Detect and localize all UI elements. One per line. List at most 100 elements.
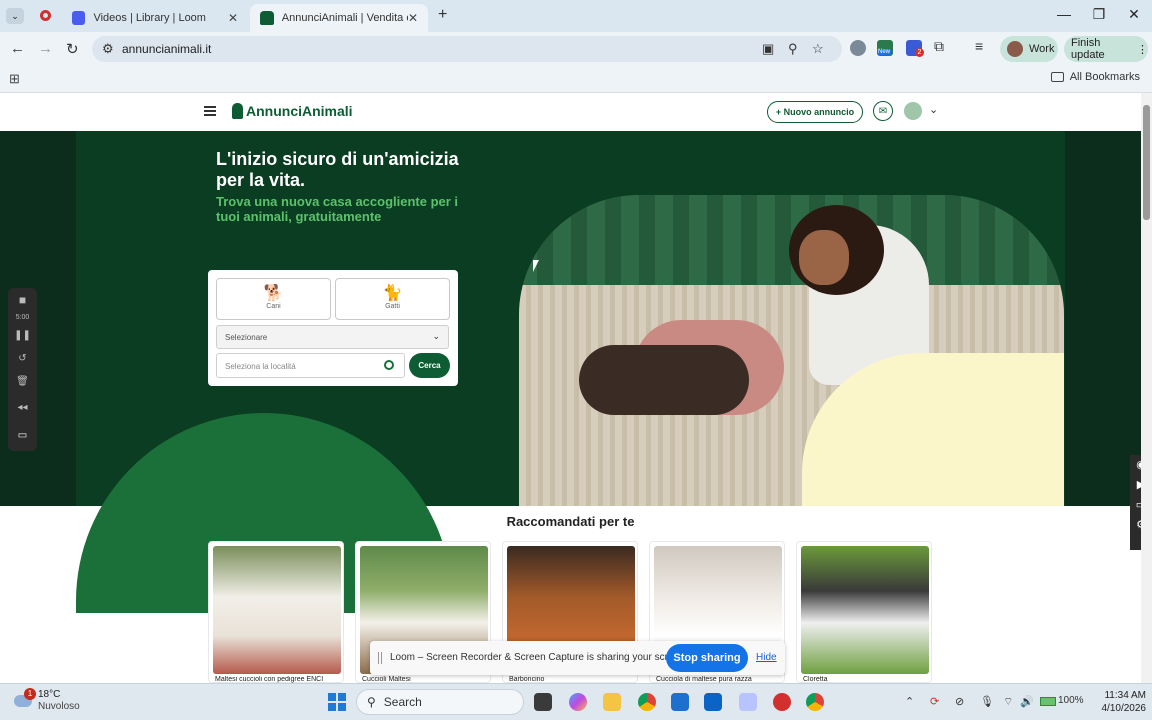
tab-strip: ⌄ Videos | Library | Loom ✕ AnnunciAnima…	[0, 0, 1152, 32]
bookmarks-bar: ⊞ All Bookmarks	[0, 65, 1152, 93]
screenshot-icon[interactable]: ▣	[762, 41, 774, 57]
drag-handle-icon[interactable]	[378, 652, 382, 664]
apps-grid-icon[interactable]: ⊞	[9, 71, 20, 87]
pause-icon[interactable]: ❚❚	[8, 330, 37, 341]
logo-mark-icon	[232, 103, 243, 119]
delete-icon[interactable]: 🗑	[8, 376, 37, 387]
sync-icon[interactable]: ⟳	[930, 695, 939, 708]
location-input[interactable]: Seleziona la località	[216, 353, 405, 378]
extensions-puzzle-icon[interactable]: ⧉	[934, 38, 944, 55]
start-button[interactable]	[328, 693, 346, 711]
loom-favicon-icon	[72, 11, 86, 25]
chrome-icon[interactable]	[638, 693, 656, 711]
hero-photo	[519, 195, 1064, 506]
forward-arrow-icon[interactable]: →	[38, 40, 53, 57]
listing-image	[801, 546, 929, 674]
wifi-icon[interactable]: ⌔	[1003, 695, 1013, 709]
profile-button[interactable]: Work	[1000, 36, 1058, 62]
reload-icon[interactable]: ↻	[66, 40, 79, 58]
maximize-button[interactable]: ❐	[1089, 6, 1109, 23]
show-hidden-icons[interactable]: ⌃	[905, 695, 914, 708]
file-explorer-icon[interactable]	[603, 693, 621, 711]
all-bookmarks-button[interactable]: All Bookmarks	[1050, 71, 1140, 83]
stop-record-icon[interactable]: ■	[8, 293, 37, 307]
hamburger-menu-icon[interactable]	[204, 106, 216, 116]
recording-indicator-icon	[40, 10, 51, 21]
scrollbar-thumb[interactable]	[1143, 105, 1150, 220]
stop-sharing-button[interactable]: Stop sharing	[666, 644, 748, 672]
locate-me-icon[interactable]	[384, 360, 394, 370]
camera-toggle-icon[interactable]: ▭	[8, 430, 37, 441]
site-header: AnnunciAnimali + Nuovo annuncio ✉ ⌄	[0, 93, 1141, 131]
microsoft-store-icon[interactable]	[671, 693, 689, 711]
chevron-down-icon[interactable]: ⌄	[929, 103, 938, 116]
screen-share-notification: Loom – Screen Recorder & Screen Capture …	[370, 641, 785, 675]
new-ad-button[interactable]: + Nuovo annuncio	[767, 101, 863, 123]
listing-image	[213, 546, 341, 674]
task-view-icon[interactable]	[534, 693, 552, 711]
battery-percent: 100%	[1058, 695, 1084, 706]
recording-timer: 5:00	[15, 314, 30, 321]
pet-option-dogs[interactable]: 🐕 Cani	[216, 278, 331, 320]
recommended-title: Raccomandati per te	[506, 514, 635, 529]
outlook-icon[interactable]	[704, 693, 722, 711]
snipping-tool-icon[interactable]	[739, 693, 757, 711]
hide-link[interactable]: Hide	[756, 652, 777, 663]
taskbar-search[interactable]: ⚲ Search	[356, 689, 524, 715]
close-window-button[interactable]: ✕	[1124, 6, 1144, 23]
new-tab-button[interactable]: +	[438, 6, 447, 24]
listing-card[interactable]: Cloretta	[796, 541, 932, 683]
collapse-icon[interactable]: ◂◂	[8, 402, 37, 413]
mail-icon[interactable]: ✉	[873, 101, 893, 121]
close-tab-icon[interactable]: ✕	[228, 11, 238, 25]
bookmark-star-icon[interactable]: ☆	[812, 41, 824, 57]
taskbar: 1 18°C Nuvoloso ⚲ Search ⌃ ⟳ ⊘ 🎙 ⌔ 🔊 100…	[0, 683, 1152, 720]
tab-search-button[interactable]: ⌄	[6, 8, 24, 24]
weather-widget[interactable]: 1 18°C Nuvoloso	[14, 688, 80, 713]
battery-icon[interactable]	[1040, 697, 1056, 706]
pet-option-cats[interactable]: 🐈 Gatti	[335, 278, 450, 320]
restart-icon[interactable]: ↺	[8, 353, 37, 364]
search-button[interactable]: Cerca	[409, 353, 450, 378]
avatar	[1007, 41, 1023, 57]
system-clock[interactable]: 11:34 AM 4/10/2026	[1090, 689, 1147, 715]
user-avatar[interactable]	[904, 102, 922, 120]
extension-new-icon[interactable]: New	[877, 40, 893, 56]
loom-recorder-icon[interactable]	[773, 693, 791, 711]
chrome-profile-icon[interactable]	[806, 693, 824, 711]
listing-card[interactable]: Maltesi cuccioli con pedigree ENCI	[208, 541, 344, 683]
hero-subtitle: Trova una nuova casa accogliente per i t…	[216, 194, 459, 224]
microphone-icon[interactable]: 🎙	[980, 695, 994, 708]
site-settings-icon[interactable]: ⚙	[102, 41, 114, 57]
more-menu-icon[interactable]: ⋮	[1137, 43, 1148, 56]
close-tab-icon[interactable]: ✕	[408, 11, 418, 25]
zoom-icon[interactable]: ⚲	[788, 41, 798, 57]
search-card: 🐕 Cani 🐈 Gatti Selezionare ⌄ Seleziona l…	[208, 270, 458, 386]
web-page: AnnunciAnimali + Nuovo annuncio ✉ ⌄ L'in…	[0, 93, 1141, 683]
minimize-button[interactable]: —	[1054, 6, 1074, 22]
tab-loom-library[interactable]: Videos | Library | Loom ✕	[62, 4, 248, 32]
loom-recording-controls: ■ 5:00 ❚❚ ↺ 🗑 ◂◂ ▭	[8, 288, 37, 451]
network-off-icon[interactable]: ⊘	[955, 695, 964, 708]
chevron-down-icon: ⌄	[432, 331, 440, 341]
copilot-icon[interactable]	[569, 693, 587, 711]
url-text[interactable]: annuncianimali.it	[122, 42, 211, 56]
cloud-icon: 1	[14, 688, 36, 707]
hero-title: L'inizio sicuro di un'amicizia per la vi…	[216, 149, 459, 190]
site-logo[interactable]: AnnunciAnimali	[232, 103, 353, 119]
annuncianimali-favicon-icon	[260, 11, 274, 25]
media-controls-icon[interactable]: ≡	[975, 38, 983, 54]
address-bar[interactable]: ⚙ annuncianimali.it ▣ ⚲ ☆	[92, 36, 842, 62]
finish-update-button[interactable]: Finish update ⋮	[1064, 36, 1148, 62]
share-message: Loom – Screen Recorder & Screen Capture …	[390, 652, 688, 663]
back-arrow-icon[interactable]: ←	[10, 40, 25, 57]
cat-icon: 🐈	[382, 285, 403, 302]
breed-select[interactable]: Selezionare ⌄	[216, 325, 449, 349]
search-icon: ⚲	[367, 695, 376, 709]
dog-icon: 🐕	[263, 285, 284, 302]
tab-annuncianimali[interactable]: AnnunciAnimali | Vendita e Reg ✕	[250, 4, 428, 32]
extension-globe-icon[interactable]	[850, 40, 866, 56]
extension-badge-icon[interactable]: 2	[906, 40, 924, 57]
page-scrollbar[interactable]	[1141, 93, 1152, 683]
volume-icon[interactable]: 🔊	[1020, 695, 1034, 708]
